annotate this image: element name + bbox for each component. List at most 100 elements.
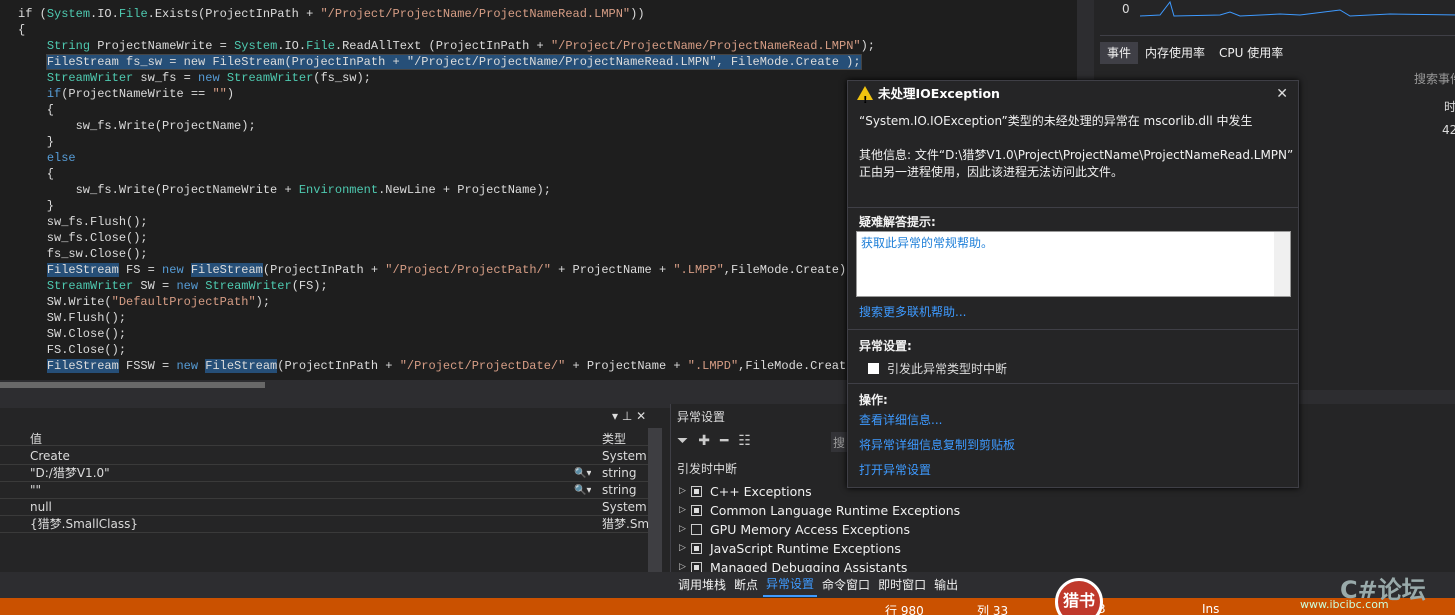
- locals-row[interactable]: {猎梦.SmallClass} 猎梦.Sm: [0, 516, 650, 533]
- exception-message: “System.IO.IOException”类型的未经处理的异常在 mscor…: [859, 114, 1253, 128]
- bottom-tab[interactable]: 异常设置: [763, 573, 818, 597]
- bottom-tab[interactable]: 即时窗口: [875, 572, 929, 598]
- diag-value: 42: [1442, 123, 1455, 137]
- locals-value: Create: [30, 449, 70, 463]
- bottom-tab[interactable]: 调用堆栈: [675, 572, 729, 598]
- warning-icon: [857, 86, 873, 114]
- status-col: 列 33: [977, 604, 1009, 615]
- locals-row[interactable]: null System.I: [0, 499, 654, 516]
- code-line[interactable]: }: [18, 198, 54, 214]
- popup-title: 未处理IOException: [878, 86, 1000, 101]
- category-label: C++ Exceptions: [710, 484, 812, 499]
- search-online-link[interactable]: 搜索更多联机帮助...: [859, 304, 966, 321]
- code-line[interactable]: FileStream FSSW = new FileStream(Project…: [18, 358, 868, 374]
- bottom-tab[interactable]: 命令窗口: [819, 572, 873, 598]
- locals-type: System.I: [602, 500, 655, 514]
- filter-icon[interactable]: ⏷: [677, 433, 688, 449]
- code-line[interactable]: FileStream FS = new FileStream(ProjectIn…: [18, 262, 853, 278]
- locals-row[interactable]: "" string 🔍▾: [0, 482, 648, 499]
- left-tabbar: [0, 572, 670, 598]
- code-line[interactable]: sw_fs.Close();: [18, 230, 148, 246]
- tab-memory[interactable]: 内存使用率: [1138, 42, 1212, 64]
- diag-search[interactable]: 搜索事件: [1414, 70, 1455, 87]
- magnifier-icon[interactable]: 🔍▾: [574, 482, 591, 499]
- code-line[interactable]: FileStream fs_sw = new FileStream(Projec…: [18, 54, 862, 70]
- tip-link[interactable]: 获取此异常的常规帮助。: [861, 234, 993, 251]
- close-icon[interactable]: ✕: [1276, 86, 1288, 102]
- tips-header: 疑难解答提示:: [859, 215, 936, 229]
- code-line[interactable]: String ProjectNameWrite = System.IO.File…: [18, 38, 875, 54]
- cpu-chart: 0: [1100, 0, 1455, 36]
- exc-toolbar: ⏷ ✚ ━ ☷: [677, 430, 751, 452]
- restore-icon[interactable]: ☷: [738, 433, 751, 449]
- code-line[interactable]: if (System.IO.File.Exists(ProjectInPath …: [18, 6, 645, 22]
- code-line[interactable]: FS.Close();: [18, 342, 126, 358]
- exception-category-row[interactable]: ▷ Common Language Runtime Exceptions: [679, 501, 960, 520]
- status-line: 行 980: [885, 604, 924, 615]
- exception-category-row[interactable]: ▷ JavaScript Runtime Exceptions: [679, 539, 901, 558]
- code-line[interactable]: StreamWriter sw_fs = new StreamWriter(fs…: [18, 70, 371, 86]
- exception-popup: 未处理IOException ✕ “System.IO.IOException”…: [847, 80, 1299, 488]
- code-line[interactable]: sw_fs.Write(ProjectNameWrite + Environme…: [18, 182, 551, 198]
- add-icon[interactable]: ✚: [698, 433, 710, 449]
- status-bar: 行 980 列 33 3 Ins: [0, 598, 1455, 615]
- category-label: GPU Memory Access Exceptions: [710, 522, 910, 537]
- locals-value: null: [30, 500, 52, 514]
- bottom-tab[interactable]: 断点: [731, 572, 761, 598]
- tips-scrollbar[interactable]: [1274, 232, 1290, 296]
- code-line[interactable]: else: [18, 150, 76, 166]
- locals-vscroll[interactable]: [648, 428, 662, 572]
- magnifier-icon[interactable]: 🔍▾: [574, 465, 591, 482]
- code-line[interactable]: }: [18, 134, 54, 150]
- open-exc-settings-link[interactable]: 打开异常设置: [859, 462, 931, 479]
- break-checkbox-row[interactable]: 引发此异常类型时中断: [866, 360, 1007, 377]
- exception-category-row[interactable]: ▷ GPU Memory Access Exceptions: [679, 520, 910, 539]
- expand-icon[interactable]: ▷: [679, 501, 689, 520]
- bottom-tab[interactable]: 输出: [931, 572, 961, 598]
- break-checkbox[interactable]: [868, 363, 879, 374]
- tab-cpu[interactable]: CPU 使用率: [1212, 42, 1290, 64]
- remove-icon[interactable]: ━: [720, 433, 728, 449]
- code-line[interactable]: if(ProjectNameWrite == ""): [18, 86, 234, 102]
- expand-icon[interactable]: ▷: [679, 482, 689, 501]
- expand-icon[interactable]: ▷: [679, 520, 689, 539]
- code-line[interactable]: sw_fs.Flush();: [18, 214, 148, 230]
- code-line[interactable]: sw_fs.Write(ProjectName);: [18, 118, 256, 134]
- scroll-thumb[interactable]: [0, 382, 265, 388]
- code-line[interactable]: SW.Flush();: [18, 310, 126, 326]
- tab-events[interactable]: 事件: [1100, 42, 1139, 64]
- pin-icon[interactable]: ▾ ⊥ ✕: [612, 409, 646, 423]
- chart-zero-label: 0: [1122, 2, 1130, 16]
- diag-column: 时: [1444, 100, 1455, 114]
- code-line[interactable]: SW.Close();: [18, 326, 126, 342]
- locals-type: 猎梦.Sm: [602, 517, 650, 531]
- expand-icon[interactable]: ▷: [679, 539, 689, 558]
- tips-list[interactable]: 获取此异常的常规帮助。: [856, 231, 1291, 297]
- locals-row[interactable]: "D:/猎梦V1.0" string 🔍▾: [0, 465, 648, 482]
- copy-details-link[interactable]: 将异常详细信息复制到剪贴板: [859, 437, 1015, 454]
- status-ins: Ins: [1202, 602, 1220, 615]
- code-line[interactable]: fs_sw.Close();: [18, 246, 148, 262]
- locals-value: {猎梦.SmallClass}: [30, 517, 138, 531]
- locals-row[interactable]: Create System.I: [0, 448, 654, 465]
- locals-type: string: [602, 483, 637, 497]
- exception-category-row[interactable]: ▷ C++ Exceptions: [679, 482, 812, 501]
- code-line[interactable]: SW.Write("DefaultProjectPath");: [18, 294, 270, 310]
- popup-title-bar: 未处理IOException: [848, 81, 1298, 114]
- code-line[interactable]: {: [18, 22, 25, 38]
- chart-line: [1140, 0, 1455, 17]
- category-checkbox[interactable]: [691, 505, 702, 516]
- code-line[interactable]: {: [18, 166, 54, 182]
- actions-header: 操作:: [859, 393, 888, 407]
- category-checkbox[interactable]: [691, 543, 702, 554]
- category-checkbox[interactable]: [691, 486, 702, 497]
- category-label: JavaScript Runtime Exceptions: [710, 541, 901, 556]
- locals-value: "D:/猎梦V1.0": [30, 466, 110, 480]
- group-header: 引发时中断: [677, 462, 738, 476]
- col-type: 类型: [602, 432, 627, 446]
- code-line[interactable]: StreamWriter SW = new StreamWriter(FS);: [18, 278, 328, 294]
- category-checkbox[interactable]: [691, 524, 702, 535]
- code-line[interactable]: {: [18, 102, 54, 118]
- view-details-link[interactable]: 查看详细信息...: [859, 412, 942, 429]
- exception-settings-title: 异常设置: [677, 410, 726, 424]
